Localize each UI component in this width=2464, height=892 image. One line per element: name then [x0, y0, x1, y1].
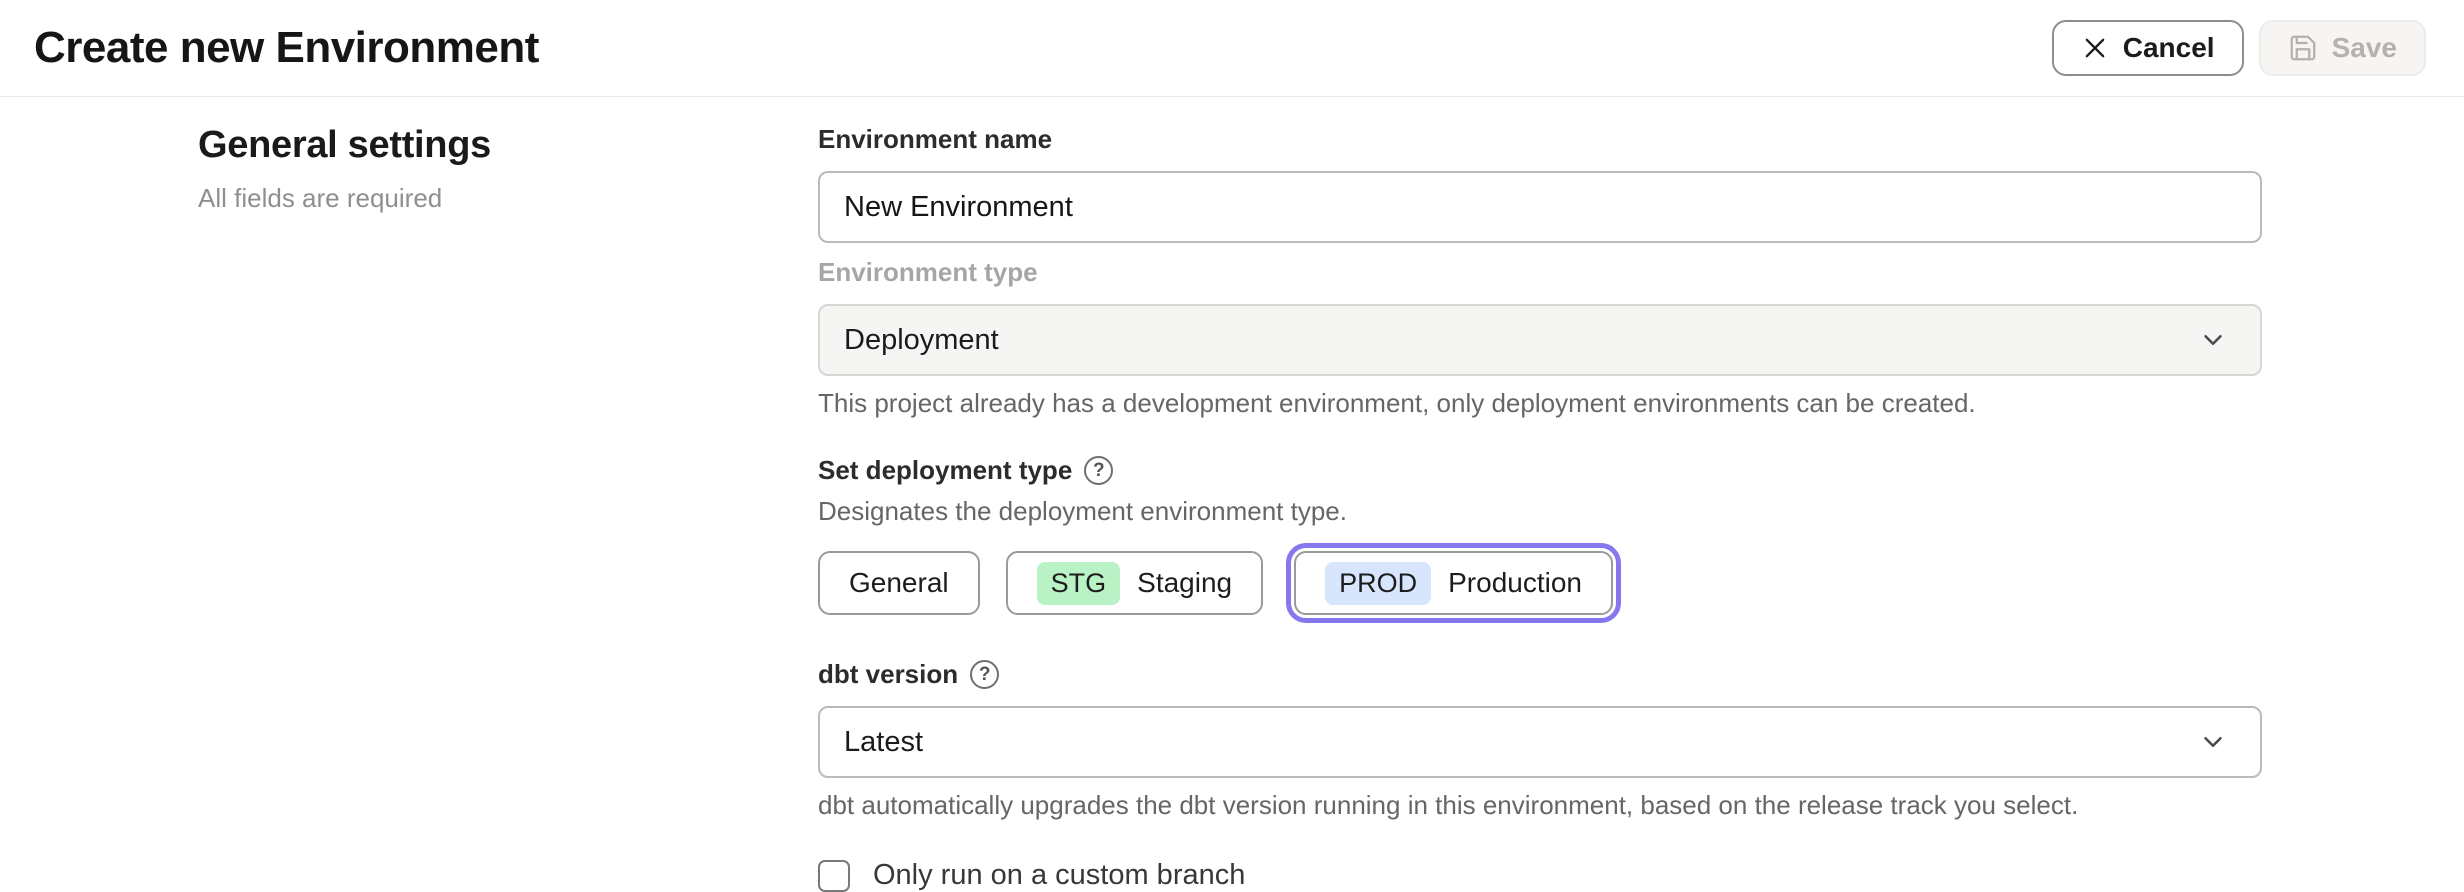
dbt-version-label: dbt version ? [818, 659, 2262, 690]
save-button-label: Save [2332, 32, 2397, 64]
section-title: General settings [198, 124, 818, 167]
custom-branch-row: Only run on a custom branch [818, 859, 2262, 892]
page-title: Create new Environment [34, 23, 539, 73]
section-intro: General settings All fields are required [198, 124, 818, 892]
help-question-icon[interactable]: ? [1084, 456, 1113, 485]
deployment-type-options: General STG Staging PROD Production [818, 551, 2262, 615]
deployment-type-option-general[interactable]: General [818, 551, 980, 615]
environment-form: Environment name Environment type Deploy… [818, 124, 2262, 892]
content: General settings All fields are required… [0, 97, 2464, 892]
deployment-type-helper: Designates the deployment environment ty… [818, 496, 2262, 527]
save-button[interactable]: Save [2259, 20, 2426, 76]
dbt-version-label-text: dbt version [818, 659, 958, 690]
environment-type-helper: This project already has a development e… [818, 388, 2262, 419]
deployment-type-option-label: Staging [1137, 567, 1232, 599]
deployment-type-option-label: Production [1448, 567, 1582, 599]
cancel-button[interactable]: Cancel [2052, 20, 2244, 76]
page-header: Create new Environment Cancel Save [0, 0, 2464, 97]
environment-name-input[interactable] [818, 171, 2262, 243]
dbt-version-select[interactable]: Latest [818, 706, 2262, 778]
deployment-type-option-staging[interactable]: STG Staging [1006, 551, 1263, 615]
staging-badge: STG [1037, 562, 1121, 605]
close-icon [2081, 34, 2109, 62]
production-badge: PROD [1325, 562, 1431, 605]
deployment-type-label-text: Set deployment type [818, 455, 1072, 486]
environment-type-value: Deployment [844, 324, 999, 357]
help-question-icon[interactable]: ? [970, 660, 999, 689]
deployment-type-option-production[interactable]: PROD Production [1294, 551, 1613, 615]
cancel-button-label: Cancel [2123, 32, 2215, 64]
custom-branch-label[interactable]: Only run on a custom branch [873, 859, 1245, 892]
save-disk-icon [2288, 33, 2318, 63]
environment-type-select[interactable]: Deployment [818, 304, 2262, 376]
header-actions: Cancel Save [2052, 20, 2426, 76]
custom-branch-checkbox[interactable] [818, 860, 850, 892]
dbt-version-value: Latest [844, 726, 923, 759]
deployment-type-option-label: General [849, 567, 949, 599]
chevron-down-icon [2198, 727, 2228, 757]
chevron-down-icon [2198, 325, 2228, 355]
deployment-type-label: Set deployment type ? [818, 455, 2262, 486]
environment-type-label: Environment type [818, 257, 2262, 288]
environment-name-label: Environment name [818, 124, 2262, 155]
section-subtitle: All fields are required [198, 183, 818, 214]
dbt-version-helper: dbt automatically upgrades the dbt versi… [818, 790, 2262, 821]
